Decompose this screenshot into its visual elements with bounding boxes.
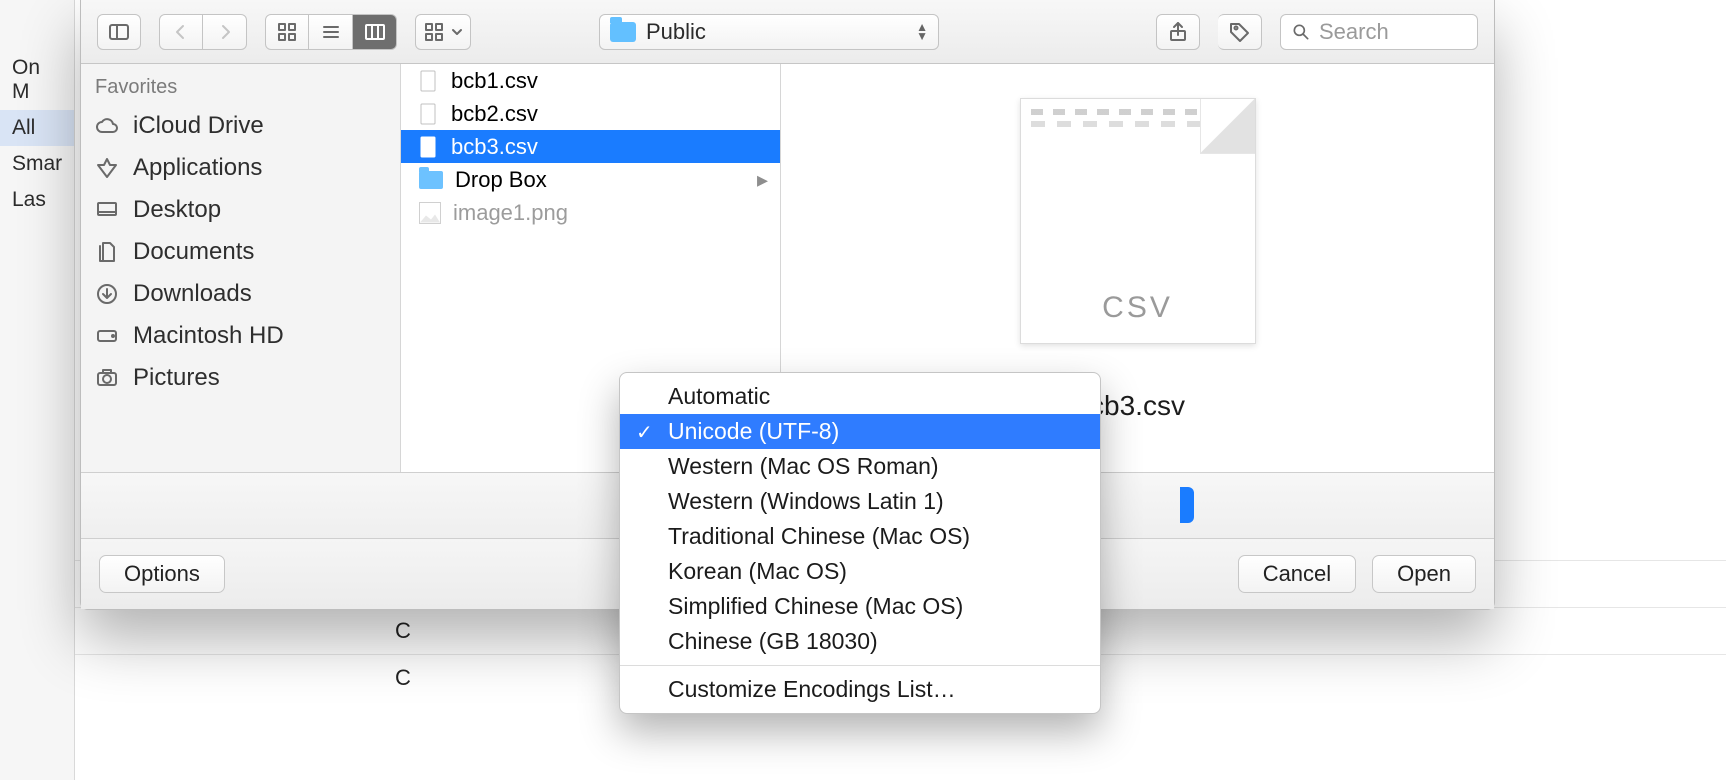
- search-icon: [1291, 22, 1311, 42]
- encoding-menu-item[interactable]: Korean (Mac OS): [620, 554, 1100, 589]
- file-icon: [419, 69, 439, 93]
- chevron-right-icon: ▸: [757, 167, 768, 193]
- sidebar-item-label: Macintosh HD: [133, 322, 284, 350]
- applications-icon: [95, 156, 119, 180]
- view-columns-button[interactable]: [353, 14, 397, 50]
- documents-icon: [95, 240, 119, 264]
- sidebar-item-label: Documents: [133, 238, 254, 266]
- dialog-toolbar: Public ▲▼ Search: [81, 0, 1494, 64]
- sidebar-item-documents[interactable]: Documents: [81, 231, 400, 273]
- desktop-icon: [95, 198, 119, 222]
- file-icon: [419, 102, 439, 126]
- bg-sidebar-item[interactable]: All: [0, 110, 74, 146]
- share-icon: [1166, 20, 1190, 44]
- sidebar-item-icloud[interactable]: iCloud Drive: [81, 105, 400, 147]
- grid-icon: [275, 20, 299, 44]
- encoding-menu-item[interactable]: Traditional Chinese (Mac OS): [620, 519, 1100, 554]
- chevron-down-icon: [451, 26, 463, 38]
- tag-icon: [1228, 20, 1252, 44]
- chevron-right-icon: [213, 20, 237, 44]
- sidebar-item-macintosh-hd[interactable]: Macintosh HD: [81, 315, 400, 357]
- menu-separator: [620, 665, 1100, 666]
- nav-group: [159, 14, 247, 50]
- sidebar-item-downloads[interactable]: Downloads: [81, 273, 400, 315]
- folder-icon: [610, 22, 636, 42]
- file-name: image1.png: [453, 200, 568, 226]
- preview-badge: CSV: [1102, 291, 1173, 325]
- cloud-icon: [95, 114, 119, 138]
- encoding-menu-item[interactable]: Automatic: [620, 379, 1100, 414]
- bg-sidebar: On M All Smar Las: [0, 0, 75, 780]
- forward-button[interactable]: [203, 14, 247, 50]
- file-row-selected[interactable]: bcb3.csv: [401, 130, 780, 163]
- file-row-disabled: image1.png: [401, 196, 780, 229]
- sidebar-icon: [107, 20, 131, 44]
- search-field[interactable]: Search: [1280, 14, 1478, 50]
- encoding-menu-item-label: Unicode (UTF-8): [668, 418, 839, 444]
- file-icon: [419, 135, 439, 159]
- sidebar-item-label: Downloads: [133, 280, 252, 308]
- columns-icon: [363, 20, 387, 44]
- group-by-button[interactable]: [415, 14, 471, 50]
- sidebar-item-label: Applications: [133, 154, 262, 182]
- sidebar-item-label: Desktop: [133, 196, 221, 224]
- encoding-menu-item[interactable]: Western (Windows Latin 1): [620, 484, 1100, 519]
- list-icon: [319, 20, 343, 44]
- sidebar-header: Favorites: [81, 72, 400, 105]
- view-icons-button[interactable]: [265, 14, 309, 50]
- updown-icon: ▲▼: [916, 23, 928, 41]
- downloads-icon: [95, 282, 119, 306]
- encoding-menu-item[interactable]: Simplified Chinese (Mac OS): [620, 589, 1100, 624]
- sidebar-item-applications[interactable]: Applications: [81, 147, 400, 189]
- view-list-button[interactable]: [309, 14, 353, 50]
- preview-thumbnail: CSV: [1020, 98, 1256, 344]
- file-name: bcb3.csv: [451, 134, 538, 160]
- encoding-menu-item[interactable]: Chinese (GB 18030): [620, 624, 1100, 659]
- file-row-folder[interactable]: Drop Box ▸: [401, 163, 780, 196]
- share-button[interactable]: [1156, 14, 1200, 50]
- search-placeholder: Search: [1319, 19, 1389, 45]
- view-mode-group: [265, 14, 397, 50]
- bg-sidebar-item[interactable]: Las: [0, 182, 74, 218]
- folder-icon: [419, 171, 443, 189]
- encoding-menu[interactable]: Automatic ✓ Unicode (UTF-8) Western (Mac…: [619, 372, 1101, 714]
- file-row[interactable]: bcb1.csv: [401, 64, 780, 97]
- encoding-menu-customize[interactable]: Customize Encodings List…: [620, 672, 1100, 707]
- chevron-left-icon: [169, 20, 193, 44]
- encoding-menu-item-selected[interactable]: ✓ Unicode (UTF-8): [620, 414, 1100, 449]
- file-name: bcb1.csv: [451, 68, 538, 94]
- group-icon: [423, 20, 447, 44]
- tags-button[interactable]: [1218, 14, 1262, 50]
- sidebar-fade: [81, 432, 400, 472]
- file-name: Drop Box: [455, 167, 547, 193]
- sidebar-item-pictures[interactable]: Pictures: [81, 357, 400, 399]
- sidebar-item-label: Pictures: [133, 364, 220, 392]
- path-popup[interactable]: Public ▲▼: [599, 14, 939, 50]
- cancel-button[interactable]: Cancel: [1238, 555, 1356, 593]
- toggle-sidebar-button[interactable]: [97, 14, 141, 50]
- hdd-icon: [95, 324, 119, 348]
- sidebar-item-desktop[interactable]: Desktop: [81, 189, 400, 231]
- options-button[interactable]: Options: [99, 555, 225, 593]
- encoding-popup-edge[interactable]: [1180, 487, 1194, 523]
- checkmark-icon: ✓: [636, 420, 653, 445]
- open-button[interactable]: Open: [1372, 555, 1476, 593]
- back-button[interactable]: [159, 14, 203, 50]
- path-label: Public: [646, 19, 706, 45]
- bg-sidebar-item[interactable]: Smar: [0, 146, 74, 182]
- favorites-sidebar: Favorites iCloud Drive Applications Desk…: [81, 64, 401, 472]
- bg-sidebar-item[interactable]: On M: [0, 50, 74, 110]
- file-row[interactable]: bcb2.csv: [401, 97, 780, 130]
- sidebar-item-label: iCloud Drive: [133, 112, 264, 140]
- preview-filename: cb3.csv: [1090, 390, 1185, 422]
- image-icon: [419, 202, 441, 224]
- encoding-menu-item[interactable]: Western (Mac OS Roman): [620, 449, 1100, 484]
- camera-icon: [95, 366, 119, 390]
- file-name: bcb2.csv: [451, 101, 538, 127]
